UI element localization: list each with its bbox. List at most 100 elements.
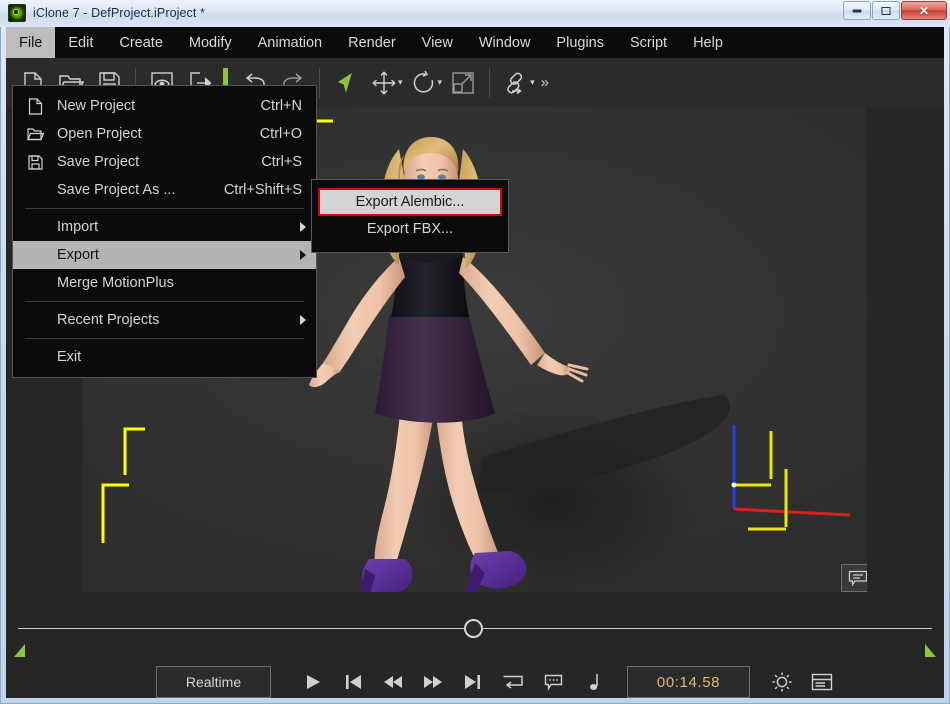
menu-separator-2 xyxy=(25,301,304,302)
toolbar-overflow-button[interactable]: » xyxy=(537,74,553,91)
range-end-marker[interactable] xyxy=(925,644,936,657)
minimize-button[interactable] xyxy=(843,1,871,20)
audio-note-button[interactable] xyxy=(573,667,613,697)
menu-help[interactable]: Help xyxy=(680,27,736,58)
rotate-tool-dropdown-caret[interactable]: ▾ xyxy=(438,77,443,88)
play-icon xyxy=(307,675,320,689)
title-bar: iClone 7 - DefProject.iProject * ✕ xyxy=(0,0,950,27)
menu-bar: File Edit Create Modify Animation Render… xyxy=(6,27,944,58)
submenu-arrow-icon xyxy=(300,222,306,232)
panel-icon xyxy=(811,673,833,691)
menu-item-label: Exit xyxy=(57,349,82,365)
maximize-icon xyxy=(881,6,891,15)
close-button[interactable]: ✕ xyxy=(901,1,947,20)
loop-button[interactable] xyxy=(493,667,533,697)
timeline-playhead[interactable] xyxy=(464,619,483,638)
minimize-icon xyxy=(852,9,862,12)
fast-forward-icon xyxy=(424,676,442,688)
close-icon: ✕ xyxy=(918,3,930,18)
floppy-disk-icon xyxy=(13,154,57,170)
title-bar-left: iClone 7 - DefProject.iProject * xyxy=(8,4,205,22)
window-title: iClone 7 - DefProject.iProject * xyxy=(33,6,206,20)
menu-item-save-project-as[interactable]: Save Project As ... Ctrl+Shift+S xyxy=(13,176,316,204)
menu-item-label: Export xyxy=(57,247,99,263)
select-tool-button[interactable] xyxy=(327,63,365,103)
fast-forward-button[interactable] xyxy=(413,667,453,697)
submenu-arrow-icon xyxy=(300,250,306,260)
file-menu-dropdown[interactable]: New Project Ctrl+N Open Project Ctrl+O S… xyxy=(12,85,317,378)
timeline-panel-button[interactable] xyxy=(802,667,842,697)
menu-item-open-project[interactable]: Open Project Ctrl+O xyxy=(13,120,316,148)
menu-item-import[interactable]: Import xyxy=(13,213,316,241)
timecode-display[interactable]: 00:14.58 xyxy=(627,666,750,698)
menu-item-export-alembic[interactable]: Export Alembic... xyxy=(318,188,502,216)
music-note-icon xyxy=(590,674,598,690)
menu-item-merge-motionplus[interactable]: Merge MotionPlus xyxy=(13,269,316,297)
transport-bar: Realtime 00:14.58 xyxy=(6,666,944,698)
menu-item-label: Open Project xyxy=(57,126,142,142)
menu-separator xyxy=(25,208,304,209)
jump-to-end-button[interactable] xyxy=(453,667,493,697)
comment-note-icon xyxy=(848,570,867,586)
menu-view[interactable]: View xyxy=(409,27,466,58)
toolbar-separator-3 xyxy=(489,67,491,98)
viewport-note-button[interactable] xyxy=(841,564,867,592)
range-start-marker[interactable] xyxy=(14,644,25,657)
menu-item-label: Import xyxy=(57,219,99,235)
menu-item-accel: Ctrl+N xyxy=(260,98,303,114)
menu-modify[interactable]: Modify xyxy=(176,27,245,58)
toolbar-separator-2 xyxy=(319,67,320,98)
subtitle-button[interactable] xyxy=(533,667,573,697)
menu-item-export[interactable]: Export xyxy=(13,241,316,269)
menu-item-exit[interactable]: Exit xyxy=(13,343,316,371)
menu-create[interactable]: Create xyxy=(106,27,176,58)
menu-window[interactable]: Window xyxy=(466,27,544,58)
menu-item-accel: Ctrl+Shift+S xyxy=(223,182,302,198)
viewport-right-pad xyxy=(867,107,944,592)
scale-tool-button[interactable] xyxy=(444,63,482,103)
menu-item-recent-projects[interactable]: Recent Projects xyxy=(13,306,316,334)
jump-to-start-button[interactable] xyxy=(333,667,373,697)
menu-item-export-fbx[interactable]: Export FBX... xyxy=(318,216,502,242)
menu-edit[interactable]: Edit xyxy=(55,27,106,58)
loop-icon xyxy=(503,675,523,689)
play-button[interactable] xyxy=(293,667,333,697)
transport-controls: Realtime 00:14.58 xyxy=(156,666,842,698)
transform-gizmo[interactable] xyxy=(698,417,858,547)
new-file-icon xyxy=(13,97,57,115)
menu-item-label: Save Project As ... xyxy=(57,182,176,198)
menu-separator-3 xyxy=(25,338,304,339)
iclone-application-window: iClone 7 - DefProject.iProject * ✕ File … xyxy=(0,0,950,704)
rewind-button[interactable] xyxy=(373,667,413,697)
window-controls: ✕ xyxy=(843,1,947,20)
bubble-icon xyxy=(544,674,562,691)
menu-plugins[interactable]: Plugins xyxy=(543,27,617,58)
client-area: File Edit Create Modify Animation Render… xyxy=(6,27,944,698)
preview-settings-button[interactable] xyxy=(762,667,802,697)
gear-icon xyxy=(772,672,792,692)
timeline-strip[interactable] xyxy=(6,592,944,666)
move-tool-dropdown-caret[interactable]: ▾ xyxy=(398,77,403,88)
menu-item-label: Save Project xyxy=(57,154,140,170)
menu-item-save-project[interactable]: Save Project Ctrl+S xyxy=(13,148,316,176)
submenu-arrow-icon xyxy=(300,315,306,325)
menu-item-label: New Project xyxy=(57,98,136,114)
rewind-icon xyxy=(384,676,402,688)
skip-forward-icon xyxy=(465,675,480,689)
playback-mode-button[interactable]: Realtime xyxy=(156,666,271,698)
export-submenu[interactable]: Export Alembic... Export FBX... xyxy=(311,179,509,253)
menu-item-label: Recent Projects xyxy=(57,312,160,328)
link-tool-dropdown-caret[interactable]: ▾ xyxy=(530,77,535,88)
maximize-button[interactable] xyxy=(872,1,900,20)
menu-item-accel: Ctrl+O xyxy=(259,126,302,142)
iclone-logo-icon xyxy=(8,4,26,22)
menu-item-new-project[interactable]: New Project Ctrl+N xyxy=(13,92,316,120)
menu-animation[interactable]: Animation xyxy=(245,27,335,58)
menu-item-accel: Ctrl+S xyxy=(261,154,302,170)
open-folder-icon xyxy=(13,127,57,142)
menu-file[interactable]: File xyxy=(6,27,56,58)
menu-render[interactable]: Render xyxy=(335,27,409,58)
skip-back-icon xyxy=(346,675,361,689)
menu-script[interactable]: Script xyxy=(617,27,680,58)
menu-item-label: Merge MotionPlus xyxy=(57,275,174,291)
